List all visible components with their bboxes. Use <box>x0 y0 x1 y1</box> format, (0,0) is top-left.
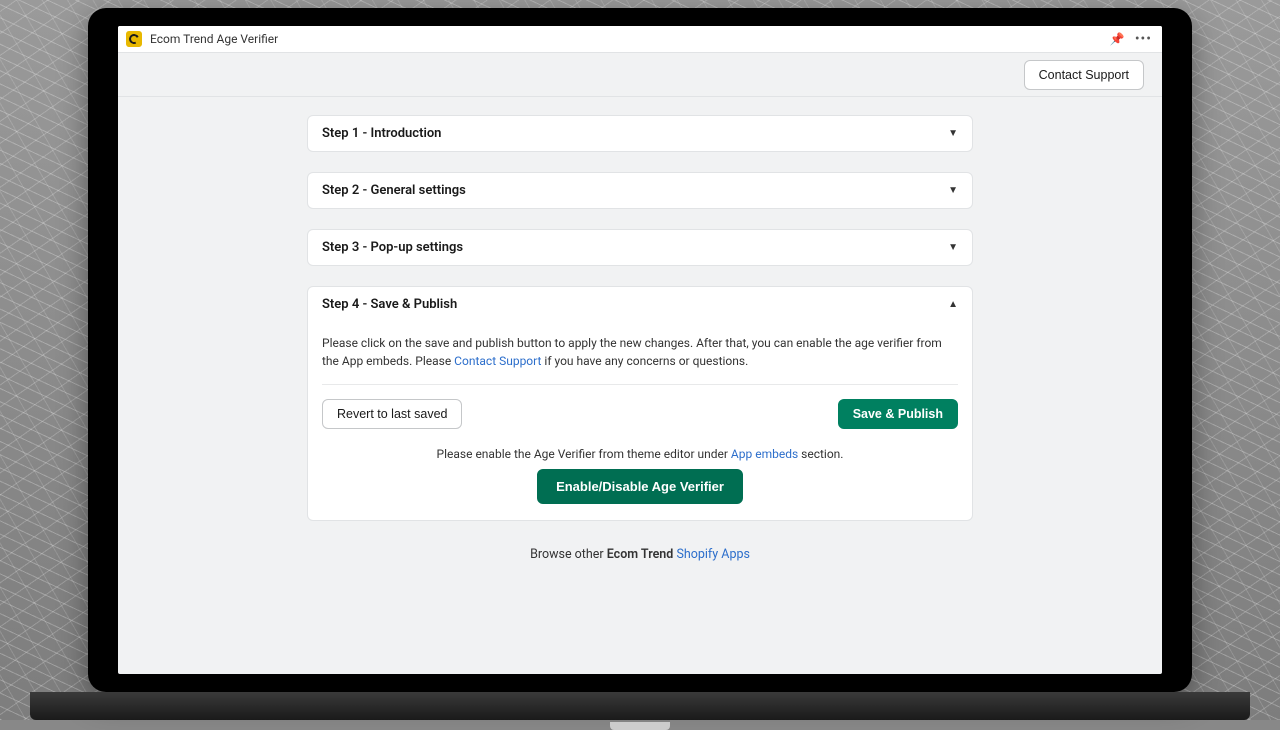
accordion-step1: Step 1 - Introduction ▼ <box>307 115 973 152</box>
accordion-title: Step 1 - Introduction <box>322 126 441 141</box>
app-screen: Ecom Trend Age Verifier 📌 ••• Contact Su… <box>118 26 1162 674</box>
laptop-frame: Ecom Trend Age Verifier 📌 ••• Contact Su… <box>88 8 1192 692</box>
laptop-notch <box>610 722 670 730</box>
enable-instruction: Please enable the Age Verifier from them… <box>322 447 958 461</box>
footer-text: Browse other Ecom Trend Shopify Apps <box>118 547 1162 562</box>
content-area: Step 1 - Introduction ▼ Step 2 - General… <box>118 97 1162 674</box>
text: Browse other <box>530 547 607 562</box>
revert-button[interactable]: Revert to last saved <box>322 399 462 429</box>
save-publish-button[interactable]: Save & Publish <box>838 399 958 429</box>
accordion-header-step3[interactable]: Step 3 - Pop-up settings ▼ <box>308 230 972 265</box>
accordion-step3: Step 3 - Pop-up settings ▼ <box>307 229 973 266</box>
titlebar: Ecom Trend Age Verifier 📌 ••• <box>118 26 1162 53</box>
step4-description: Please click on the save and publish but… <box>322 322 958 385</box>
accordion-header-step4[interactable]: Step 4 - Save & Publish ▲ <box>308 287 972 322</box>
toolbar: Contact Support <box>118 53 1162 97</box>
accordion-header-step2[interactable]: Step 2 - General settings ▼ <box>308 173 972 208</box>
text: if you have any concerns or questions. <box>541 354 748 368</box>
more-icon[interactable]: ••• <box>1133 31 1154 47</box>
chevron-down-icon: ▼ <box>948 242 958 253</box>
text: Please enable the Age Verifier from them… <box>437 447 731 461</box>
chevron-down-icon: ▼ <box>948 185 958 196</box>
contact-support-button[interactable]: Contact Support <box>1024 60 1144 90</box>
accordion-title: Step 2 - General settings <box>322 183 466 198</box>
shopify-apps-link[interactable]: Shopify Apps <box>676 547 750 562</box>
accordion-title: Step 4 - Save & Publish <box>322 297 457 312</box>
accordion-header-step1[interactable]: Step 1 - Introduction ▼ <box>308 116 972 151</box>
enable-disable-button[interactable]: Enable/Disable Age Verifier <box>537 469 743 504</box>
app-title: Ecom Trend Age Verifier <box>150 32 1102 46</box>
pin-icon[interactable]: 📌 <box>1110 32 1125 46</box>
laptop-base <box>30 692 1250 720</box>
contact-support-link[interactable]: Contact Support <box>454 354 541 368</box>
app-icon <box>126 31 142 47</box>
accordion-title: Step 3 - Pop-up settings <box>322 240 463 255</box>
accordion-body-step4: Please click on the save and publish but… <box>308 322 972 520</box>
step4-actions: Revert to last saved Save & Publish <box>322 385 958 429</box>
accordion-step2: Step 2 - General settings ▼ <box>307 172 973 209</box>
enable-button-wrap: Enable/Disable Age Verifier <box>322 469 958 504</box>
app-embeds-link[interactable]: App embeds <box>731 447 798 461</box>
footer-brand: Ecom Trend <box>607 547 674 562</box>
chevron-up-icon: ▲ <box>948 299 958 310</box>
chevron-down-icon: ▼ <box>948 128 958 139</box>
text: section. <box>798 447 843 461</box>
accordion-step4: Step 4 - Save & Publish ▲ Please click o… <box>307 286 973 521</box>
